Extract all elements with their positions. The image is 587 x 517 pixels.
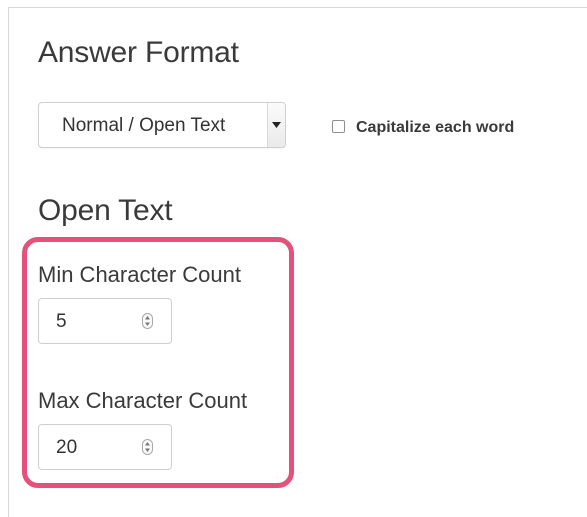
min-stepper[interactable] [142, 313, 153, 329]
min-character-count-input[interactable]: 5 [38, 298, 172, 344]
open-text-heading: Open Text [38, 194, 173, 227]
capitalize-label[interactable]: Capitalize each word [356, 119, 514, 137]
up-down-arrows-icon [145, 316, 150, 326]
max-character-count-value: 20 [56, 437, 78, 458]
max-character-count-label: Max Character Count [38, 388, 248, 413]
select-dropdown-button[interactable] [267, 103, 285, 147]
answer-format-select-value: Normal / Open Text [62, 115, 226, 136]
answer-format-heading: Answer Format [38, 36, 239, 69]
max-stepper[interactable] [142, 439, 153, 455]
up-down-arrows-icon [145, 442, 150, 452]
capitalize-checkbox[interactable] [332, 120, 345, 133]
max-character-count-input[interactable]: 20 [38, 424, 172, 470]
answer-format-select[interactable]: Normal / Open Text [38, 102, 286, 148]
min-character-count-value: 5 [56, 311, 67, 332]
triangle-down-icon [272, 122, 281, 128]
min-character-count-label: Min Character Count [38, 262, 241, 287]
